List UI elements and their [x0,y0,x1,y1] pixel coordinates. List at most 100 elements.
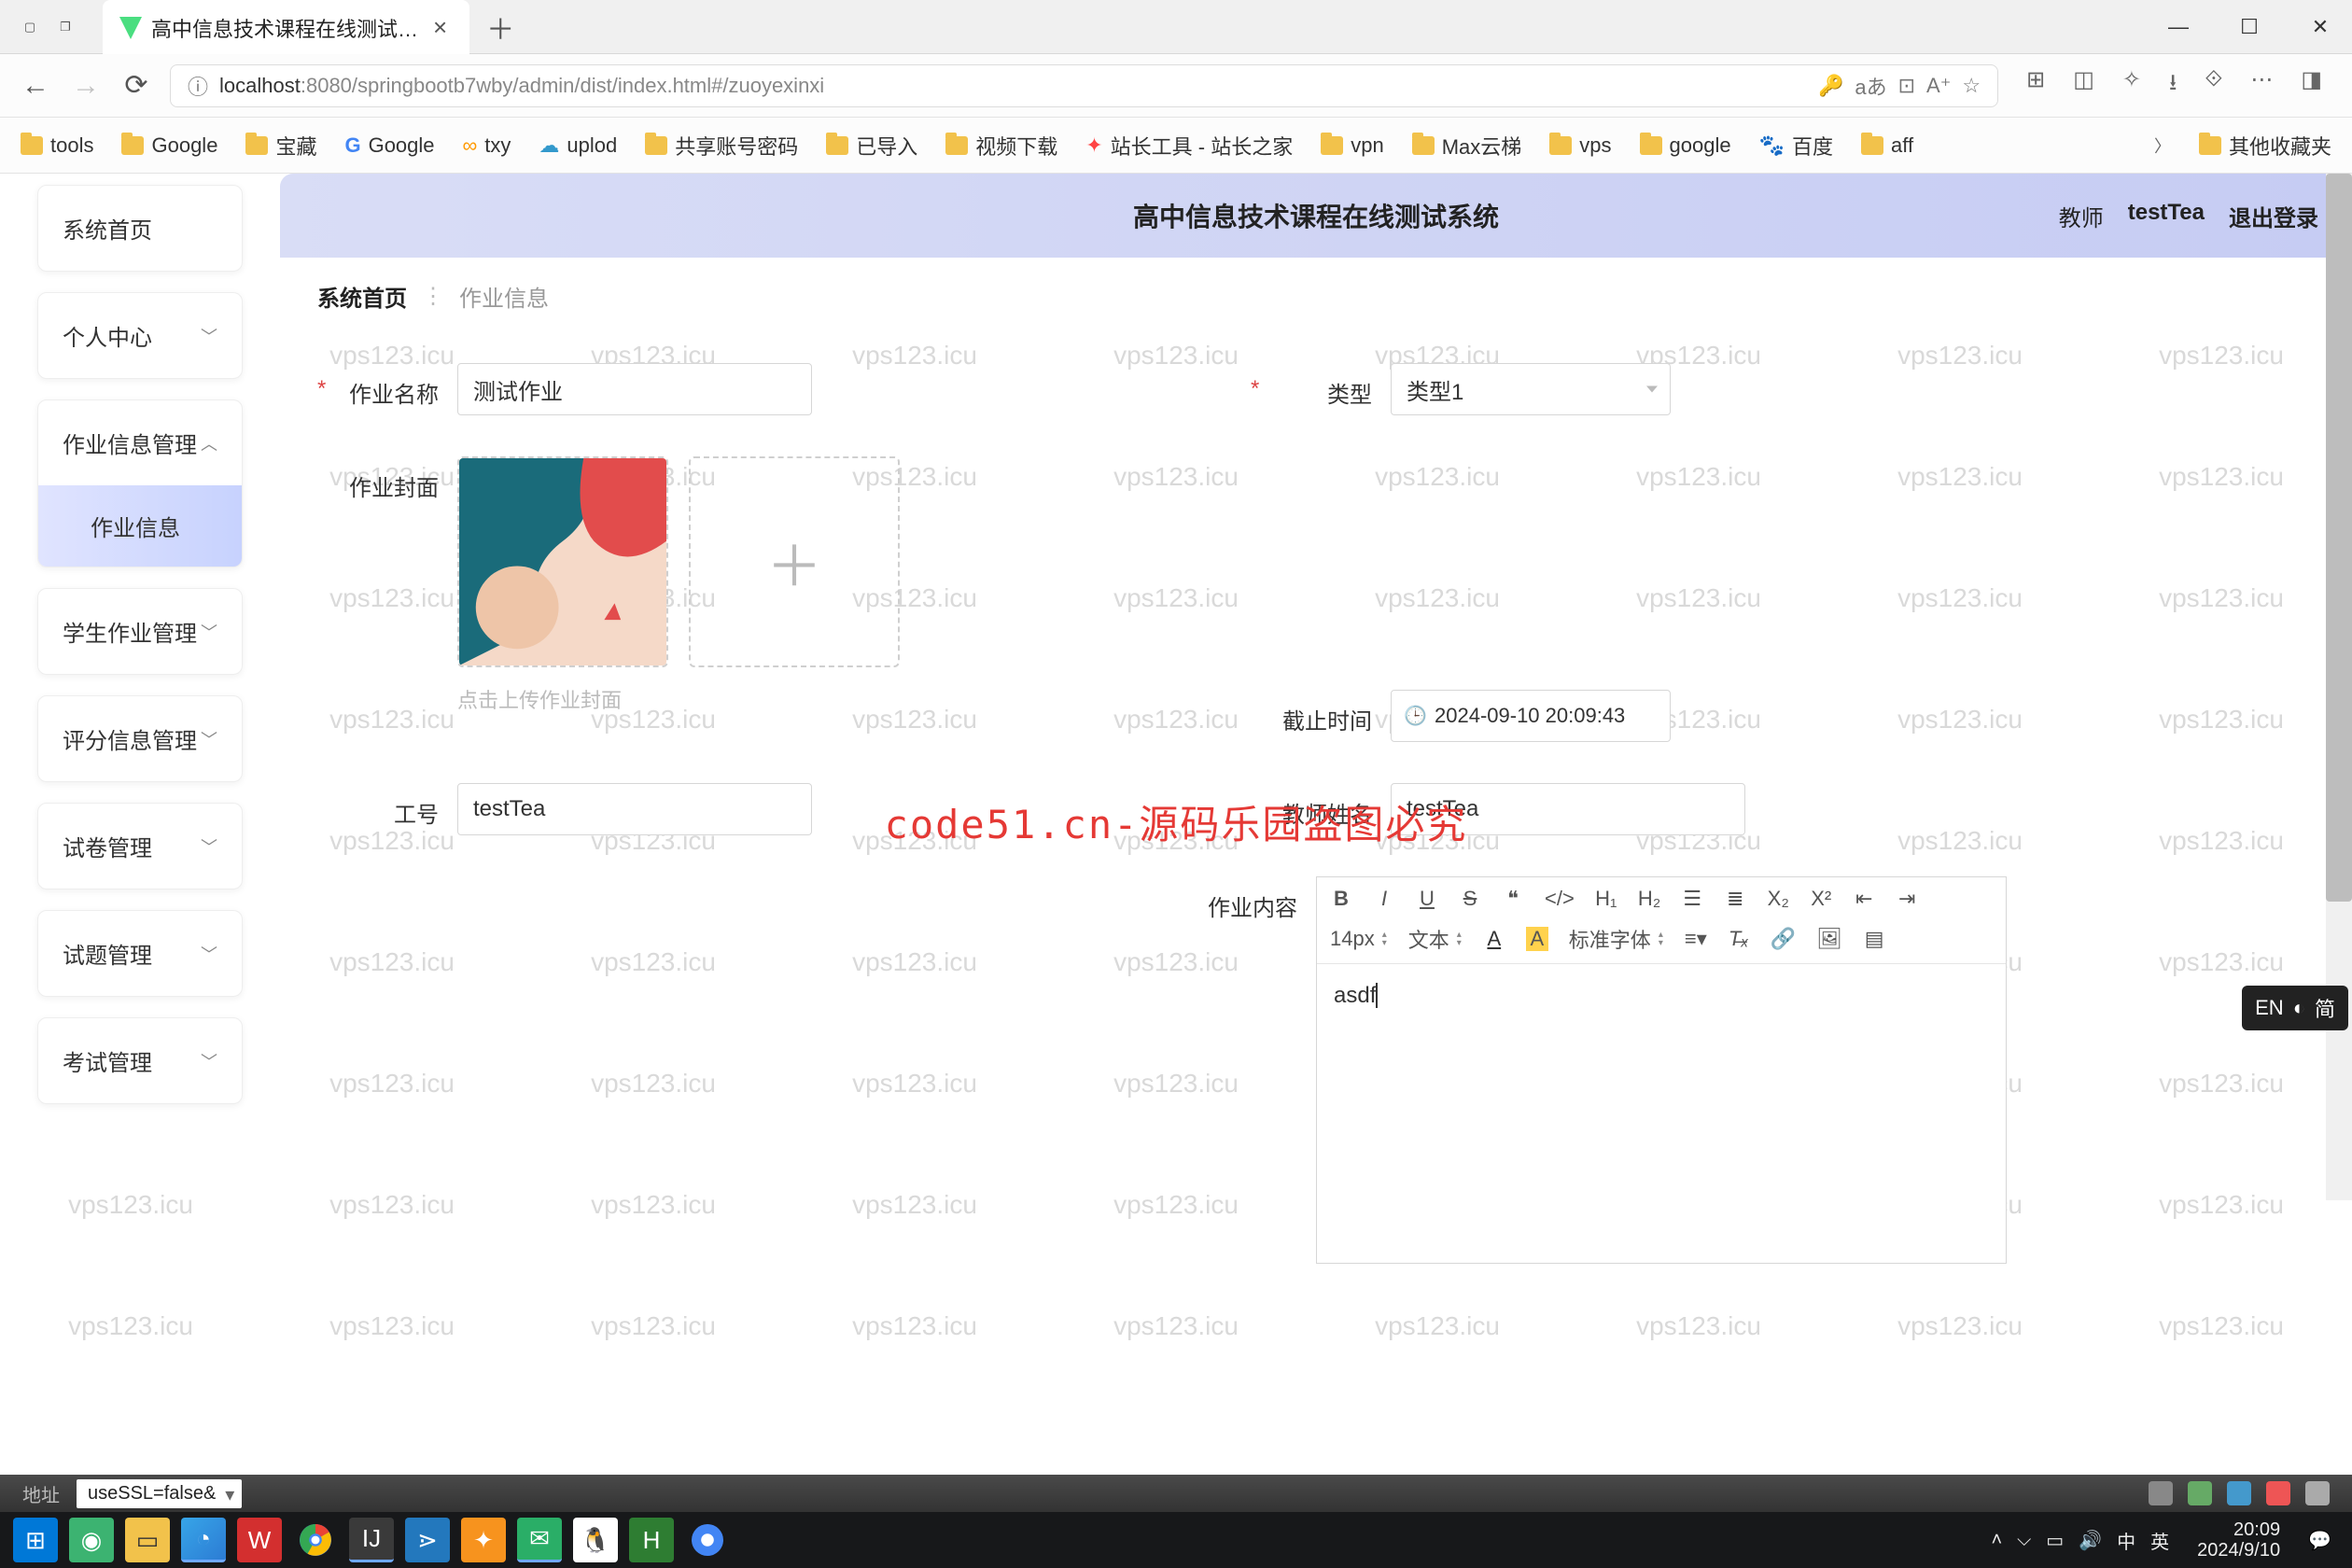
input-worknum[interactable] [457,783,812,835]
input-teacher[interactable] [1391,783,1745,835]
bookmark-share[interactable]: 共享账号密码 [645,131,798,161]
taskbar-app-chrome[interactable] [293,1518,338,1562]
page-scrollbar[interactable] [2326,174,2352,1200]
tray-up-icon[interactable]: ˄ [1991,1530,2002,1551]
taskbar-app-chrome2[interactable] [685,1518,730,1562]
editor-content-area[interactable]: asdf [1317,964,2006,1263]
split-icon[interactable]: ◫ [2073,66,2094,105]
editor-link-button[interactable]: 🔗 [1771,927,1796,951]
editor-align-button[interactable]: ≡▾ [1685,927,1707,951]
editor-clear-button[interactable]: T̶ₓ [1728,927,1750,951]
editor-bold-button[interactable]: B [1330,887,1352,911]
taskbar-app-qq[interactable]: 🐧 [573,1518,618,1562]
bookmark-uplod[interactable]: ☁uplod [539,133,617,158]
breadcrumb-home[interactable]: 系统首页 [317,280,407,313]
sidebar-item-paper[interactable]: 试卷管理﹀ [38,804,242,889]
sidebar-item-student-hw[interactable]: 学生作业管理﹀ [38,589,242,674]
bookmark-vpn[interactable]: vpn [1321,133,1383,158]
bookmark-vps[interactable]: vps [1549,133,1611,158]
bookmarks-overflow-chevron[interactable]: 〉 [2154,133,2171,158]
devbar-combo[interactable]: useSSL=false& [77,1479,242,1508]
browser-tab-active[interactable]: 高中信息技术课程在线测试… × [103,0,469,54]
sidebar-item-home[interactable]: 系统首页 [38,186,242,271]
bookmark-tools[interactable]: tools [21,133,93,158]
text-size-icon[interactable]: A⁺ [1926,74,1951,98]
editor-strike-button[interactable]: S [1459,887,1481,911]
bookmark-video[interactable]: 视频下载 [945,131,1057,161]
editor-underline-button[interactable]: U [1416,887,1438,911]
downloads-icon[interactable]: ⭳ [2169,66,2177,105]
tabs-icon[interactable]: ❐ [52,14,78,40]
bookmark-other[interactable]: 其他收藏夹 [2199,131,2331,161]
editor-image-button[interactable]: 🖼 [1816,927,1842,951]
select-type[interactable] [1391,363,1671,415]
taskbar-app-explorer[interactable]: ▭ [125,1518,170,1562]
sidebar-sub-homework-info[interactable]: 作业信息 [38,485,242,567]
dev-icon-5[interactable] [2305,1481,2330,1505]
bookmark-zhanzhang[interactable]: ✦站长工具 - 站长之家 [1085,131,1293,161]
editor-h1-button[interactable]: H₁ [1595,887,1617,911]
dev-icon-3[interactable] [2227,1481,2251,1505]
editor-code-button[interactable]: </> [1545,887,1575,911]
taskbar-app-360[interactable]: ◉ [69,1518,114,1562]
editor-ol-button[interactable]: ☰ [1681,887,1703,911]
tray-notifications-icon[interactable]: 💬 [2308,1529,2331,1552]
taskbar-app-wps[interactable]: W [237,1518,282,1562]
taskbar-start-button[interactable]: ⊞ [13,1518,58,1562]
taskbar-app-intellij[interactable]: IJ [349,1518,394,1562]
editor-sup-button[interactable]: X² [1810,887,1832,911]
editor-h2-button[interactable]: H₂ [1638,887,1660,911]
nav-back-button[interactable]: ← [19,70,52,102]
dev-icon-2[interactable] [2188,1481,2212,1505]
favorite-icon[interactable]: ☆ [1962,74,1981,98]
taskbar-app-vscode[interactable]: ⋗ [405,1518,450,1562]
editor-ul-button[interactable]: ≣ [1724,887,1746,911]
bookmark-baidu[interactable]: 🐾百度 [1759,131,1833,161]
system-tray[interactable]: ˄ ⌵ ▭ 🔊 中 英 20:09 2024/9/10 💬 [1978,1519,2345,1561]
dev-icon-1[interactable] [2149,1481,2173,1505]
browser-ext-icon[interactable]: ⟐ [2205,66,2222,105]
tray-clock[interactable]: 20:09 2024/9/10 [2184,1519,2293,1561]
tray-volume-icon[interactable]: 🔊 [2079,1529,2102,1552]
editor-quote-button[interactable]: ❝ [1502,887,1524,911]
nav-refresh-button[interactable]: ⟳ [119,69,153,102]
nav-forward-button[interactable]: → [69,70,103,102]
editor-highlight-button[interactable]: A [1526,927,1548,951]
bookmark-google3[interactable]: google [1640,133,1731,158]
editor-fontfamily-select[interactable]: 标准字体▴▾ [1569,924,1664,954]
editor-outdent-button[interactable]: ⇤ [1853,887,1875,911]
logout-link[interactable]: 退出登录 [2229,200,2318,232]
address-bar[interactable]: ⓘ localhost:8080/springbootb7wby/admin/d… [170,64,1998,107]
new-tab-button[interactable]: ＋ [486,7,514,48]
cover-upload-button[interactable]: ＋ [689,456,900,667]
ime-indicator[interactable]: EN◐简 [2242,986,2348,1030]
tray-ime-en[interactable]: 英 [2150,1527,2169,1554]
bookmark-maxcloud[interactable]: Max云梯 [1412,131,1522,161]
editor-fontsize-select[interactable]: 14px▴▾ [1330,927,1388,951]
tray-battery-icon[interactable]: ▭ [2046,1529,2064,1552]
site-info-icon[interactable]: ⓘ [188,71,208,101]
editor-sub-button[interactable]: X₂ [1767,887,1789,911]
bookmark-aff[interactable]: aff [1861,133,1913,158]
bookmark-txy[interactable]: ∞txy [463,133,511,158]
collections-icon[interactable]: ✧ [2122,66,2141,105]
editor-italic-button[interactable]: I [1373,887,1395,911]
bookmark-google[interactable]: Google [121,133,217,158]
input-deadline[interactable] [1391,690,1671,742]
sidebar-item-homework-manage[interactable]: 作业信息管理︿ [38,400,242,485]
taskbar-app-wechat[interactable]: ✉ [517,1518,562,1562]
sidebar-item-score[interactable]: 评分信息管理﹀ [38,696,242,781]
bookmark-google2[interactable]: GGoogle [344,133,434,158]
cover-thumbnail[interactable] [457,456,668,667]
tray-ime-zh[interactable]: 中 [2117,1527,2135,1554]
editor-indent-button[interactable]: ⇥ [1896,887,1918,911]
window-close-button[interactable]: ✕ [2307,15,2333,39]
taskbar-app-heidisql[interactable]: H [629,1518,674,1562]
window-maximize-button[interactable]: ☐ [2236,15,2262,39]
tray-wifi-icon[interactable]: ⌵ [2017,1530,2031,1551]
sidebar-item-personal[interactable]: 个人中心﹀ [38,293,242,378]
bookmark-baozang[interactable]: 宝藏 [245,131,316,161]
dev-icon-4[interactable] [2266,1481,2290,1505]
editor-heading-select[interactable]: 文本▴▾ [1408,924,1463,954]
tab-close-button[interactable]: × [427,13,453,42]
